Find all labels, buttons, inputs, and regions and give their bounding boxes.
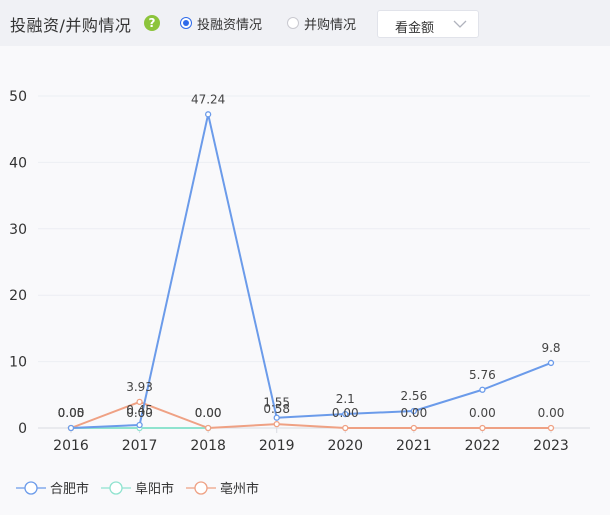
data-label-hefei: 9.8	[541, 341, 560, 355]
legend-item-hefei[interactable]: 合肥市	[16, 478, 89, 497]
data-label-hefei: 2.56	[400, 389, 427, 403]
legend-item-bozhou[interactable]: 亳州市	[186, 478, 259, 497]
legend-marker-fuyang	[101, 480, 132, 495]
legend: 合肥市 阜阳市 亳州市	[16, 478, 271, 497]
metric-select-value: 看金额	[395, 21, 435, 36]
y-tick-label: 30	[9, 222, 27, 238]
x-tick-label: 2023	[533, 438, 569, 454]
question-icon[interactable]: ?	[144, 15, 160, 31]
data-label-bozhou: 0.00	[400, 406, 427, 420]
radio-investment-label: 投融资情况	[197, 17, 263, 33]
data-point-bozhou[interactable]	[479, 424, 486, 432]
data-label-hefei: 0.45	[126, 403, 153, 417]
grid	[38, 95, 590, 429]
line-chart: 0 10 20 30 40 50 2016 2017 2018 2019 2020 2021 2022 2…	[9, 89, 590, 454]
data-label-bozhou: 0.00	[332, 406, 359, 420]
data-point-hefei[interactable]	[136, 421, 143, 429]
data-label-bozhou: 0.00	[195, 406, 222, 420]
data-label-bozhou: 0.00	[469, 406, 496, 420]
y-tick-label: 40	[9, 155, 27, 171]
data-label-hefei: 47.24	[191, 92, 225, 106]
data-label-hefei: 5.76	[469, 368, 496, 382]
legend-label-fuyang: 阜阳市	[135, 482, 175, 497]
data-point-bozhou[interactable]	[410, 424, 418, 432]
legend-label-hefei: 合肥市	[50, 482, 90, 497]
radio-merger-label: 并购情况	[304, 17, 357, 33]
x-tick-label: 2019	[259, 438, 295, 454]
x-tick-label: 2016	[53, 438, 89, 454]
radio-unselected-icon	[287, 17, 299, 29]
data-point-hefei[interactable]	[67, 424, 75, 432]
data-label-bozhou: 0.00	[538, 406, 565, 420]
y-tick-label: 0	[18, 421, 27, 437]
data-label-hefei: 0.05	[58, 406, 85, 420]
data-point-bozhou[interactable]	[273, 420, 280, 428]
chevron-down-icon	[452, 15, 468, 37]
legend-marker-bozhou	[186, 480, 217, 495]
data-label-bozhou: 3.93	[126, 380, 153, 394]
legend-marker-hefei	[16, 480, 46, 495]
x-tick-label: 2018	[190, 438, 226, 454]
x-tick-label: 2022	[465, 438, 501, 454]
radio-investment[interactable]: 投融资情况	[180, 14, 263, 33]
x-tick-label: 2020	[327, 438, 363, 454]
data-point-hefei[interactable]	[479, 386, 486, 393]
x-tick-label: 2021	[396, 438, 432, 454]
metric-select[interactable]: 看金额	[377, 10, 479, 38]
x-tick-label: 2017	[122, 438, 158, 454]
data-labels: 0.00 0.00 0.000.003.930.00 0.58 0.00 0.00 0.00…	[58, 92, 565, 420]
legend-item-fuyang[interactable]: 阜阳市	[101, 478, 174, 497]
radio-selected-icon	[180, 17, 192, 29]
data-label-hefei: 2.1	[336, 392, 355, 406]
header-bar: 投融资/并购情况 ? 投融资情况 并购情况 看金额	[0, 0, 610, 46]
data-point-bozhou[interactable]	[204, 424, 212, 432]
y-tick-label: 50	[9, 89, 27, 105]
y-tick-label: 10	[9, 355, 27, 371]
radio-merger[interactable]: 并购情况	[287, 14, 357, 33]
data-point-hefei[interactable]	[204, 111, 212, 118]
legend-label-bozhou: 亳州市	[220, 482, 260, 497]
data-label-hefei: 1.55	[263, 396, 290, 410]
data-point-bozhou[interactable]	[342, 424, 349, 432]
y-tick-label: 20	[9, 288, 27, 304]
data-point-bozhou[interactable]	[547, 424, 555, 432]
data-point-hefei[interactable]	[547, 359, 555, 367]
page-title: 投融资/并购情况	[10, 16, 132, 35]
